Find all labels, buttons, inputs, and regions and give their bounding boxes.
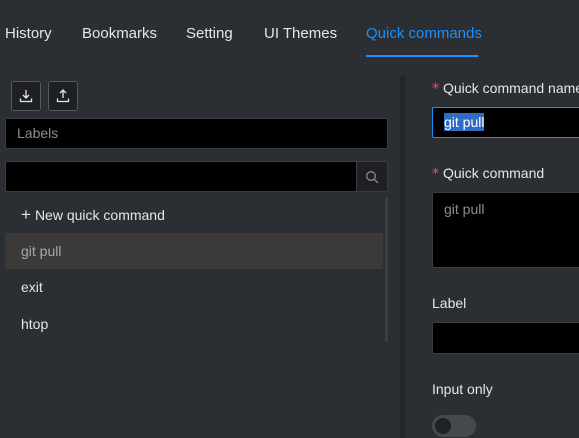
list-item[interactable]: htop bbox=[5, 306, 383, 342]
new-quick-command-button[interactable]: + New quick command bbox=[5, 197, 383, 233]
plus-icon: + bbox=[21, 205, 31, 224]
tab-history[interactable]: History bbox=[5, 25, 52, 42]
tab-bookmarks[interactable]: Bookmarks bbox=[82, 25, 157, 42]
name-field-label: * Quick command name bbox=[432, 80, 579, 97]
upload-icon bbox=[56, 89, 70, 103]
active-tab-indicator bbox=[366, 55, 478, 57]
label-field-label: Label bbox=[432, 295, 467, 311]
search-input[interactable] bbox=[5, 161, 388, 192]
tab-setting[interactable]: Setting bbox=[186, 25, 233, 42]
quick-command-list: + New quick command git pull exit htop bbox=[5, 197, 388, 347]
required-mark: * bbox=[432, 166, 439, 182]
import-button[interactable] bbox=[11, 81, 41, 111]
list-item[interactable]: exit bbox=[5, 269, 383, 305]
tab-ui-themes[interactable]: UI Themes bbox=[264, 25, 337, 42]
tab-quick-commands[interactable]: Quick commands bbox=[366, 25, 482, 42]
list-item[interactable]: git pull bbox=[5, 233, 383, 269]
command-field-value: git pull bbox=[444, 201, 485, 217]
command-field-label: * Quick command bbox=[432, 165, 545, 182]
name-field-value: git pull bbox=[444, 113, 485, 131]
search-button[interactable] bbox=[356, 162, 387, 191]
export-button[interactable] bbox=[48, 81, 78, 111]
command-field[interactable]: git pull bbox=[432, 192, 579, 268]
tab-bar: History Bookmarks Setting UI Themes Quic… bbox=[0, 0, 579, 58]
download-icon bbox=[19, 90, 33, 103]
input-only-label: Input only bbox=[432, 381, 493, 397]
panel-divider[interactable] bbox=[400, 76, 406, 438]
label-field[interactable] bbox=[432, 322, 579, 354]
labels-placeholder: Labels bbox=[17, 125, 59, 141]
list-scrollbar[interactable] bbox=[385, 197, 388, 342]
toggle-knob bbox=[435, 418, 451, 434]
new-quick-command-label: New quick command bbox=[34, 207, 165, 223]
labels-filter[interactable]: Labels bbox=[5, 118, 388, 149]
search-icon bbox=[366, 170, 379, 183]
input-only-toggle[interactable] bbox=[432, 415, 476, 437]
name-field[interactable]: git pull bbox=[432, 107, 579, 138]
required-mark: * bbox=[432, 81, 439, 97]
